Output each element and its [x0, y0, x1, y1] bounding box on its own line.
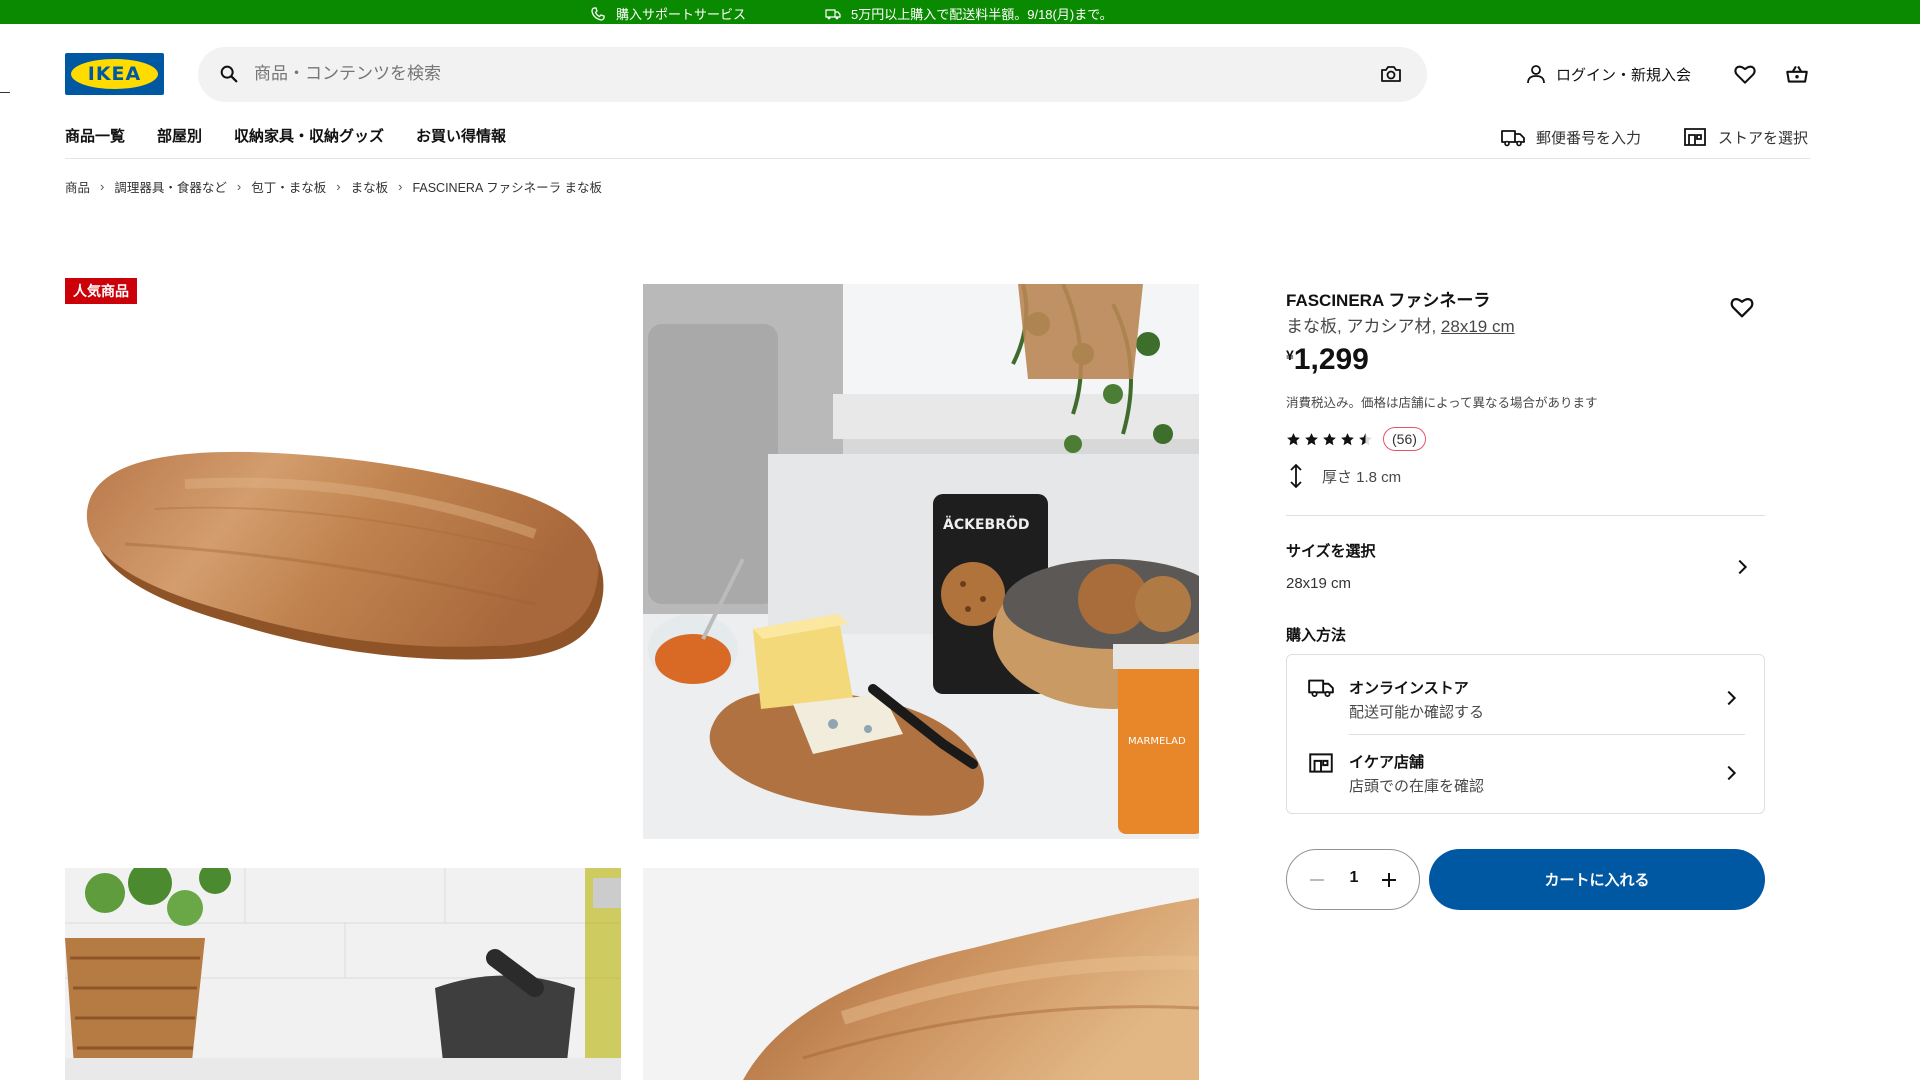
- minus-icon[interactable]: [1305, 868, 1329, 892]
- product-desc-text: まな板, アカシア材,: [1286, 317, 1441, 336]
- login-label: ログイン・新規入会: [1556, 66, 1692, 84]
- online-store-option[interactable]: オンラインストア 配送可能か確認する: [1287, 657, 1764, 733]
- quantity-stepper: 1: [1286, 849, 1420, 910]
- search-icon: [220, 65, 238, 83]
- star-icon: [1341, 432, 1354, 445]
- product-image-lifestyle[interactable]: ÄCKEBRÖD MARMELAD: [643, 284, 1199, 839]
- nav-item-deals[interactable]: お買い得情報: [416, 125, 506, 146]
- user-icon: [1527, 65, 1545, 84]
- favorites-icon[interactable]: [1732, 61, 1758, 87]
- size-link[interactable]: 28x19 cm: [1441, 317, 1515, 336]
- breadcrumb: 商品 › 調理器具・食器など › 包丁・まな板 › まな板 › FASCINERA ファ…: [65, 177, 602, 196]
- login-link[interactable]: ログイン・新規入会: [1524, 62, 1691, 86]
- main-nav: 商品一覧 部屋別 収納家具・収納グッズ お買い得情報: [65, 125, 506, 146]
- breadcrumb-separator: ›: [100, 179, 105, 194]
- support-message[interactable]: 購入サポートサービス: [590, 4, 746, 23]
- lifestyle-scene-image: ÄCKEBRÖD MARMELAD: [643, 284, 1199, 839]
- store-icon: [1309, 753, 1333, 773]
- camera-icon[interactable]: [1379, 62, 1403, 86]
- breadcrumb-item[interactable]: まな板: [351, 177, 389, 196]
- nav-item-products[interactable]: 商品一覧: [65, 125, 125, 146]
- online-store-title: オンラインストア: [1349, 680, 1469, 697]
- nav-item-storage[interactable]: 収納家具・収納グッズ: [234, 125, 384, 146]
- currency-symbol: ¥: [1286, 347, 1294, 363]
- logo-text: IKEA: [87, 63, 142, 85]
- postcode-link[interactable]: 郵便番号を入力: [1500, 124, 1641, 150]
- shipping-text: 5万円以上購入で配送料半額。9/18(月)まで。: [851, 7, 1113, 22]
- purchase-options: オンラインストア 配送可能か確認する イケア店舗 店頭での在庫を確認: [1286, 654, 1765, 814]
- product-image-kitchen[interactable]: [65, 868, 621, 1080]
- postcode-label: 郵便番号を入力: [1536, 129, 1642, 147]
- breadcrumb-item[interactable]: 商品: [65, 177, 90, 196]
- ikea-logo[interactable]: IKEA: [65, 53, 164, 95]
- cart-icon[interactable]: [1784, 61, 1810, 87]
- breadcrumb-item[interactable]: 調理器具・食器など: [114, 177, 227, 196]
- product-description: まな板, アカシア材, 28x19 cm: [1286, 312, 1515, 337]
- quantity-value[interactable]: 1: [1342, 869, 1366, 887]
- thickness-text: 厚さ 1.8 cm: [1322, 468, 1402, 486]
- info-divider: [1286, 515, 1765, 516]
- shipping-message[interactable]: 5万円以上購入で配送料半額。9/18(月)まで。: [825, 4, 1113, 23]
- ikea-store-option[interactable]: イケア店舗 店頭での在庫を確認: [1287, 735, 1764, 811]
- product-image-main[interactable]: [65, 284, 621, 839]
- store-select-link[interactable]: ストアを選択: [1682, 124, 1808, 150]
- truck-icon: [825, 8, 841, 19]
- rating[interactable]: (56): [1286, 427, 1426, 451]
- product-price: ¥1,299: [1286, 343, 1369, 377]
- online-store-subtitle: 配送可能か確認する: [1349, 704, 1485, 721]
- popular-badge: 人気商品: [65, 278, 137, 304]
- store-select-label: ストアを選択: [1718, 129, 1809, 147]
- edge-marker: [0, 92, 10, 93]
- phone-icon: [591, 6, 605, 21]
- logo-oval: IKEA: [71, 59, 158, 89]
- thickness-spec: 厚さ 1.8 cm: [1286, 463, 1401, 489]
- chevron-right-icon: [1727, 765, 1737, 781]
- promo-bar: 購入サポートサービス 5万円以上購入で配送料半額。9/18(月)まで。: [0, 0, 1920, 24]
- svg-text:ÄCKEBRÖD: ÄCKEBRÖD: [943, 515, 1030, 533]
- product-title: FASCINERA ファシネーラ: [1286, 291, 1491, 310]
- search-input[interactable]: [254, 57, 1334, 91]
- star-icon: [1305, 432, 1318, 445]
- tax-note: 消費税込み。価格は店舗によって異なる場合があります: [1286, 396, 1598, 410]
- delivery-truck-icon: [1501, 130, 1525, 147]
- size-selector[interactable]: サイズを選択 28x19 cm: [1286, 540, 1765, 592]
- ikea-store-title: イケア店舗: [1349, 754, 1425, 771]
- purchase-method-heading: 購入方法: [1286, 627, 1347, 644]
- breadcrumb-separator: ›: [398, 179, 403, 194]
- star-icon: [1323, 432, 1336, 445]
- board-closeup-image: [643, 868, 1199, 1080]
- chevron-right-icon: [1727, 690, 1737, 706]
- kitchen-scene-image: [65, 868, 621, 1080]
- chevron-right-icon: [1738, 559, 1748, 575]
- breadcrumb-item[interactable]: 包丁・まな板: [251, 177, 326, 196]
- ikea-store-subtitle: 店頭での在庫を確認: [1349, 778, 1485, 795]
- size-selector-label: サイズを選択: [1286, 543, 1376, 560]
- review-count[interactable]: (56): [1383, 427, 1426, 451]
- add-to-favorites-icon[interactable]: [1728, 293, 1756, 321]
- add-to-cart-button[interactable]: カートに入れる: [1429, 849, 1765, 910]
- breadcrumb-separator: ›: [336, 179, 341, 194]
- size-selector-value: 28x19 cm: [1286, 575, 1352, 592]
- star-icon: [1287, 432, 1300, 445]
- half-star-icon: [1359, 432, 1372, 445]
- header-divider: [65, 158, 1810, 159]
- price-amount: 1,299: [1293, 343, 1369, 376]
- nav-item-rooms[interactable]: 部屋別: [157, 125, 202, 146]
- cutting-board-image: [86, 451, 604, 660]
- plus-icon[interactable]: [1377, 868, 1401, 892]
- vertical-arrows-icon: [1290, 463, 1302, 489]
- search-bar[interactable]: [198, 47, 1427, 102]
- support-text: 購入サポートサービス: [616, 7, 747, 22]
- product-image-closeup[interactable]: [643, 868, 1199, 1080]
- breadcrumb-current: FASCINERA ファシネーラ まな板: [412, 181, 603, 195]
- store-icon: [1684, 128, 1706, 146]
- svg-text:MARMELAD: MARMELAD: [1128, 736, 1186, 747]
- delivery-truck-icon: [1308, 679, 1334, 698]
- breadcrumb-separator: ›: [236, 179, 242, 194]
